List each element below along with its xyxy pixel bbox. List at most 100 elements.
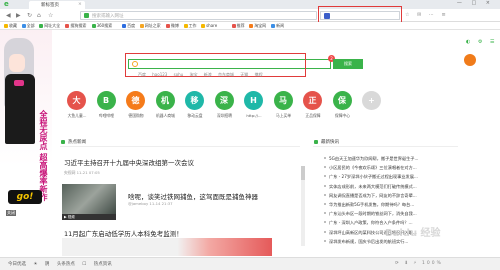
history-icon[interactable]: ☆ [48, 12, 53, 19]
shield-icon [84, 13, 89, 18]
bookmark-item[interactable]: share [201, 23, 217, 28]
quick-app-tile[interactable]: + [359, 91, 385, 125]
tab-label: 新标签页 [41, 3, 59, 8]
settings-icons[interactable]: ◐ ⚙ ☰ [466, 39, 498, 45]
ad-slogan: 全程无尿点 超高爆率新作 [39, 110, 48, 201]
app-icon[interactable]: 移 [185, 91, 204, 110]
latest-news-title: 最新快讯 [321, 140, 339, 145]
forward-icon[interactable]: ▶ [16, 12, 21, 19]
app-icon[interactable]: 深 [214, 91, 234, 110]
app-label: 马上买单 [275, 113, 292, 118]
quick-app-tile[interactable]: 移移动云盘 [182, 91, 208, 125]
app-icon[interactable]: 德 [126, 91, 145, 110]
navigation-bar: ◀ ▶ ↻ ⌂ ☆ 搜索或输入网址 ☆ ✉ ⋯ ≡ [0, 9, 500, 22]
app-label: 机器人商城 [156, 113, 175, 118]
news-headline[interactable]: 习近平主持召开十九届中央深改组第一次会议 [64, 157, 194, 167]
app-icon[interactable]: 机 [155, 91, 175, 110]
quick-app-tile[interactable]: 大大鱼儿童... [64, 91, 90, 125]
title-bar: e 新标签页 × — □ × [0, 0, 500, 9]
latest-news-header: 最新快讯 [313, 138, 458, 147]
status-left-items[interactable]: 今日优选 ☀ 阴 头条热点 ☐ 热点资讯 [8, 261, 112, 267]
app-icon[interactable]: + [362, 91, 381, 110]
address-placeholder: 搜索或输入网址 [92, 14, 124, 19]
latest-news-item[interactable]: 网友调侃直播是否成为下，网友的不辞言奇辈... [323, 191, 458, 200]
quick-app-tile[interactable]: 德德国购物 [123, 91, 149, 125]
new-tab-content: 全程无尿点 超高爆率新作 go! 关闭 2 搜索 百度 hao123 sohu … [0, 30, 500, 257]
back-icon[interactable]: ◀ [6, 12, 11, 19]
app-label: 哔哩哔哩 [98, 113, 115, 118]
bookmark-item[interactable]: 推荐 [232, 23, 245, 29]
bookmark-item[interactable]: 新闻 [271, 23, 284, 29]
quick-apps: 大大鱼儿童... B 哔哩哔哩德德国购物机机器人商城移移动云盘深深圳招聘 Hhttp:… [64, 91, 404, 125]
app-label: 正品保障 [305, 113, 321, 118]
bookmark-item[interactable]: 搜狗搜索 [65, 23, 86, 29]
quick-app-tile[interactable]: Hhttp://... [241, 91, 267, 125]
tab-close-icon[interactable]: × [78, 2, 82, 7]
status-right-items[interactable]: ⟳ ⬇ ⚡ 100% [395, 261, 443, 266]
bookmark-item[interactable]: 淘宝网 [249, 23, 266, 29]
bookmark-item[interactable]: 网址大全 [39, 23, 60, 29]
quick-app-tile[interactable]: 正正品保障 [300, 91, 326, 125]
hot-news-icon [61, 140, 65, 144]
search-engine-links[interactable]: 百度 hao123 sohu 淘宝 新浪 京东商城 天猫 携程 [138, 72, 263, 78]
bookmark-item[interactable]: 网址之家 [140, 23, 161, 29]
bookmark-item[interactable]: 微博 [166, 23, 179, 29]
quick-app-tile[interactable]: 机机器人商城 [153, 91, 179, 125]
quick-app-tile[interactable]: B 哔哩哔哩 [94, 91, 120, 125]
news-thumbnail[interactable] [62, 184, 116, 214]
latest-news-panel: 最新快讯 5G由天王加速华为欣闻帮，搬子是世界诞生子... 小区居民的《今夜欢乐颂… [313, 138, 463, 257]
app-icon[interactable]: 正 [303, 91, 322, 110]
latest-news-item[interactable]: 实体店成形前，未来两大模范们打破传统模式... [323, 182, 458, 191]
news-panel: 热点新闻 习近平主持召开十九届中央深改组第一次会议 央视网 11-21 07:0… [60, 138, 305, 257]
news-headline[interactable]: 啥呢，谈笑过铁网捕鱼，这驾面既是捕鱼神器 [128, 191, 258, 201]
news-banner-image[interactable] [62, 238, 272, 256]
app-label: 深圳招聘 [216, 113, 233, 118]
anime-face [9, 54, 25, 72]
bookmark-item[interactable]: 百度 [122, 23, 135, 29]
quick-app-tile[interactable]: 深深圳招聘 [212, 91, 238, 125]
app-label: 移动云盘 [187, 113, 203, 118]
status-bar: 今日优选 ☀ 阴 头条热点 ☐ 热点资讯 ⟳ ⬇ ⚡ 100% [0, 257, 500, 270]
skin-icon[interactable] [464, 54, 476, 66]
latest-news-item[interactable]: 华为推出新款5G手机发售，你期待吗？每台... [323, 200, 458, 209]
app-icon[interactable]: 马 [273, 91, 293, 110]
bookmark-item[interactable]: 收藏 [4, 23, 17, 29]
latest-news-item[interactable]: 广东 - 27岁深圳小伙子搬迁过程出现事业发展... [323, 172, 458, 181]
news-meta: @jameboy 11-14 21:37 [128, 201, 173, 206]
bookmarks-bar: 收藏 全部 网址大全 搜狗搜索 360搜索 百度 网址之家 微博 工作 share 推荐 淘宝网 新闻 [0, 22, 500, 30]
bookmark-item[interactable]: 工作 [184, 23, 197, 29]
tab-new-tab[interactable]: 新标签页 × [29, 1, 85, 9]
ad-close-button[interactable]: 关闭 [6, 210, 16, 216]
news-scrollbar[interactable] [301, 166, 305, 246]
refresh-icon[interactable]: ↻ [27, 12, 32, 19]
bookmark-item[interactable]: 360搜索 [92, 23, 113, 29]
home-icon[interactable]: ⌂ [37, 12, 41, 19]
latest-news-item[interactable]: 广东汕头市区一段时期的铁丝网下，消失自我... [323, 209, 458, 218]
address-bar[interactable]: 搜索或输入网址 [80, 11, 317, 20]
app-label: 大鱼儿童... [67, 113, 87, 118]
app-icon[interactable]: B [96, 91, 116, 110]
latest-news-icon [314, 140, 318, 144]
news-meta: 央视网 11-21 07:05 [64, 170, 100, 175]
quick-app-tile[interactable]: 马马上买单 [271, 91, 297, 125]
bookmark-item[interactable]: 全部 [22, 23, 35, 29]
ad-banner[interactable]: 全程无尿点 超高爆率新作 go! 关闭 [0, 30, 52, 257]
scrollbar-thumb[interactable] [301, 166, 305, 180]
app-label: 保障中心 [334, 113, 351, 118]
latest-news-item[interactable]: 5G由天王加速华为欣闻帮，搬子是世界诞生子... [323, 154, 458, 163]
news-panel-title: 热点新闻 [68, 140, 86, 145]
app-icon[interactable]: 保 [332, 91, 352, 110]
anime-ribbon [14, 80, 24, 86]
news-headline[interactable]: 11月起广东启动低学历人本科免考监测！ [64, 228, 183, 238]
browser-logo-icon: e [4, 0, 9, 8]
app-label: http://... [246, 113, 262, 118]
window-controls[interactable]: — □ × [457, 0, 494, 6]
search-button[interactable]: 搜索 [333, 59, 363, 69]
watermark: Baidu 经验 [385, 228, 441, 239]
app-icon[interactable]: 大 [67, 91, 86, 110]
app-icon[interactable]: H [244, 91, 263, 110]
quick-app-tile[interactable]: 保保障中心 [330, 91, 356, 125]
toolbar-right-icons[interactable]: ☆ ✉ ⋯ ≡ [405, 12, 449, 18]
ad-logo[interactable]: go! [8, 190, 42, 204]
latest-news-item[interactable]: 小区居民的《今夜欢乐颂》三位演唱者在对方... [323, 163, 458, 172]
